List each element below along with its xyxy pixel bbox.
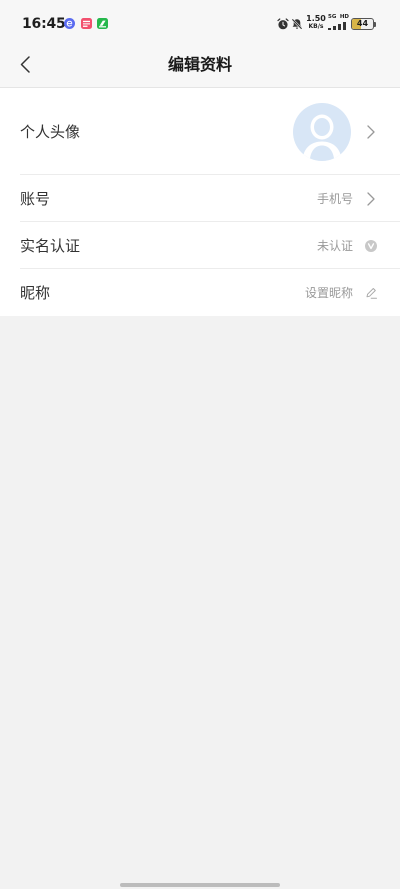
- header: 编辑资料: [0, 42, 400, 87]
- back-button[interactable]: [14, 42, 36, 87]
- network-speed: 1.50 KB/s: [306, 14, 326, 31]
- profile-row-account[interactable]: 账号 手机号: [0, 175, 400, 222]
- edit-pencil-icon: [366, 287, 377, 299]
- page-title: 编辑资料: [167, 55, 232, 74]
- avatar-placeholder-icon[interactable]: [293, 102, 351, 161]
- row-value: 手机号: [316, 192, 353, 206]
- row-value: 未认证: [316, 239, 353, 253]
- trailing-icon: [365, 286, 377, 300]
- battery-level: 44: [356, 19, 369, 28]
- network-speed-unit: KB/s: [308, 23, 324, 30]
- verified-badge-icon: [365, 239, 377, 252]
- row-label: 账号: [20, 190, 51, 208]
- profile-row-nickname[interactable]: 昵称 设置昵称: [0, 269, 400, 316]
- top-bar: 16:45 1.50 KB/s 5G HD 44 编辑资料: [0, 0, 400, 88]
- battery-icon: 44: [351, 18, 374, 30]
- profile-list: 个人头像 账号 手机号 实名认证 未认证 昵称 设置昵称: [0, 88, 400, 316]
- row-label: 个人头像: [20, 123, 81, 141]
- trailing-icon: [365, 124, 377, 139]
- chevron-right-icon: [367, 191, 375, 206]
- row-label: 昵称: [20, 284, 51, 302]
- row-value: 设置昵称: [304, 286, 353, 300]
- home-indicator[interactable]: [120, 883, 280, 887]
- network-indicator: 5G HD: [328, 13, 349, 30]
- network-type: 5G: [328, 14, 337, 20]
- battery-tip: [374, 21, 376, 27]
- app-notification-icon: [97, 18, 108, 29]
- alarm-icon: [277, 18, 289, 30]
- bell-muted-icon: [291, 18, 303, 30]
- network-badge: HD: [339, 14, 349, 20]
- network-speed-value: 1.50: [306, 14, 326, 23]
- status-bar: 16:45 1.50 KB/s 5G HD 44: [0, 0, 400, 42]
- row-label: 实名认证: [20, 237, 81, 255]
- trailing-icon: [365, 239, 377, 253]
- trailing-icon: [365, 191, 377, 206]
- profile-row-verification[interactable]: 实名认证 未认证: [0, 222, 400, 269]
- status-time: 16:45: [22, 16, 66, 32]
- chevron-left-icon: [20, 56, 30, 73]
- profile-row-avatar[interactable]: 个人头像: [0, 88, 400, 175]
- app-notification-icon: [64, 18, 75, 29]
- signal-icon: [328, 22, 346, 30]
- app-notification-icon: [81, 18, 92, 29]
- chevron-right-icon: [367, 124, 375, 139]
